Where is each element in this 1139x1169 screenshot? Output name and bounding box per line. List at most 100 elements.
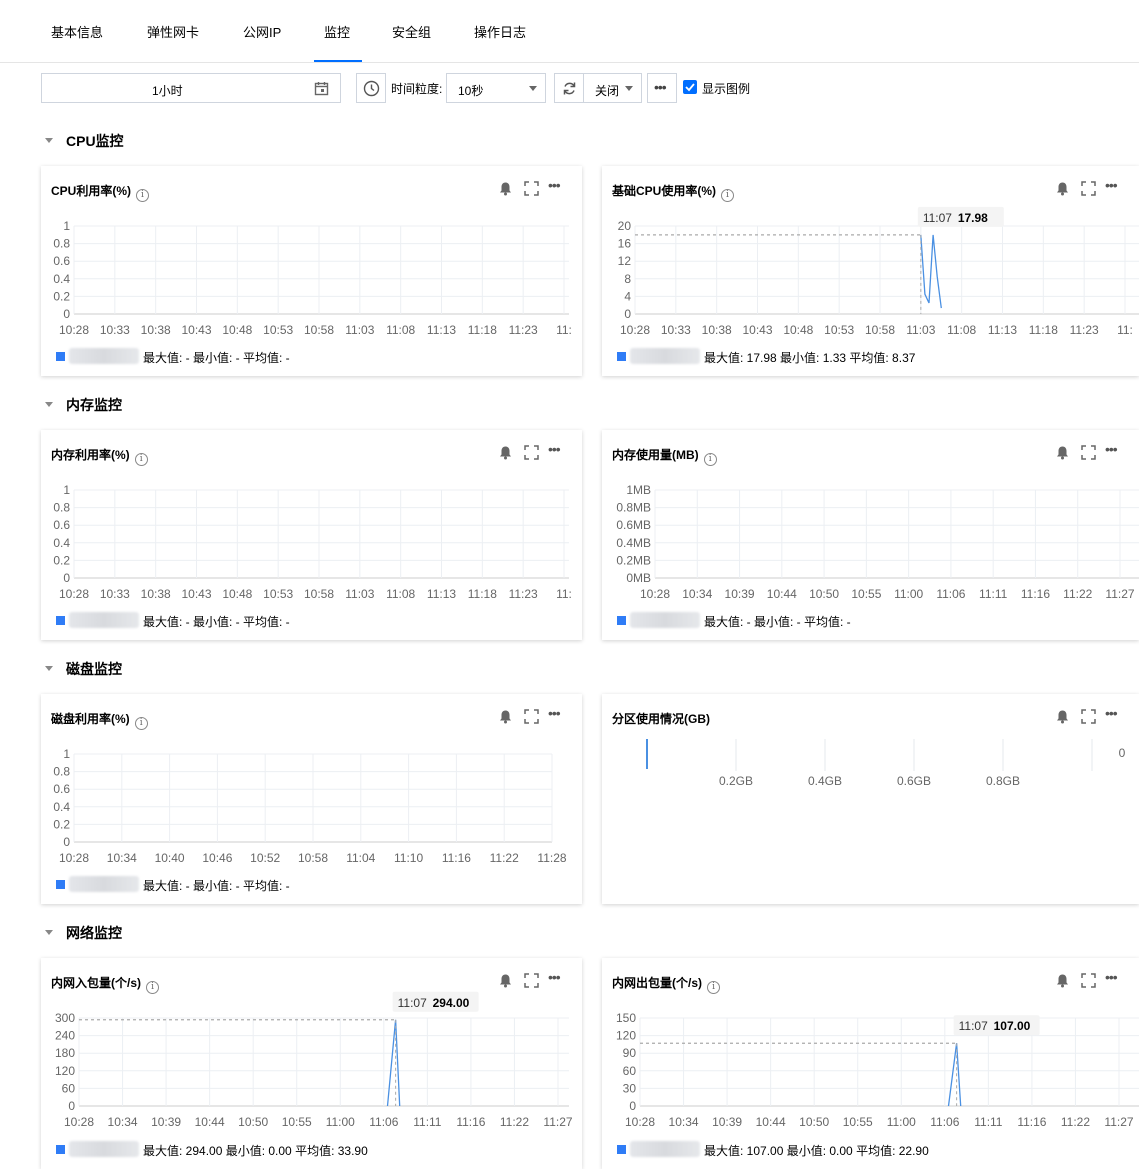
x-tick-label: 10:53 [263,323,293,337]
y-tick-label: 0 [68,1099,75,1113]
x-tick-label: 10:39 [151,1115,181,1129]
collapse-caret-icon[interactable] [45,138,53,143]
chart-card-net-out-pkg: 内网出包量(个/s) i ••• 150 120 90 60 30 0 10:28 10:34 10:… [602,958,1139,1169]
y-tick-label: 1 [63,483,70,497]
legend-swatch [617,616,626,625]
y-tick-label: 0.8MB [616,501,651,515]
collapse-caret-icon[interactable] [45,402,53,407]
auto-refresh-value: 关闭 [595,84,620,98]
more-icon[interactable]: ••• [1105,705,1118,721]
x-tick-label: 11:23 [1070,323,1099,337]
line-chart: 1MB 0.8MB 0.6MB 0.4MB 0.2MB 0MB 10:28 10:34 10:3… [616,483,1139,601]
x-tick-label: 11:11 [413,1115,442,1129]
x-tick-label: 11:16 [456,1115,485,1129]
tab-public-ip[interactable]: 公网IP [243,24,281,42]
x-tick-label: 11:22 [1061,1115,1090,1129]
value-label: 0 [1119,746,1126,760]
x-tick-label: 11:27 [543,1115,572,1129]
x-tick-label: 10:38 [702,323,732,337]
time-range-value: 1小时 [152,84,183,98]
partition-chart: 0.2GB 0.4GB 0.6GB 0.8GB 0 [646,739,1126,788]
y-tick-label: 150 [616,1011,636,1025]
granularity-select[interactable]: 10秒 [446,73,546,103]
section-title-disk[interactable]: 磁盘监控 [66,659,122,679]
x-tick-label: 11:08 [386,323,415,337]
tab-security-group[interactable]: 安全组 [392,24,431,42]
y-tick-label: 0.2 [53,817,70,831]
x-tick-label: 11:13 [988,323,1017,337]
y-tick-label: 0.6 [53,254,70,268]
x-tick-label: 10:44 [767,587,797,601]
x-tick-label: 10:38 [141,587,171,601]
chart-card-mem-util: 内存利用率(%) i ••• 1 0.8 0.6 0.4 0.2 0 10:28 10:33 10:3… [41,430,582,640]
y-tick-label: 0.4 [53,536,70,550]
x-tick-label: 10:33 [661,323,691,337]
chart-card-mem-used: 内存使用量(MB) i ••• 1MB 0.8MB 0.6MB 0.4MB 0.2MB 0MB 1… [602,430,1139,640]
bell-icon[interactable] [1055,709,1070,729]
refresh-icon [562,81,577,99]
legend-stats: 最大值: 17.98 最小值: 1.33 平均值: 8.37 [704,351,916,365]
show-legend-label: 显示图例 [702,82,751,96]
line-chart: 1 0.8 0.6 0.4 0.2 0 10:28 10:33 10:38 10:43 10:48 1… [53,483,572,601]
x-tick-label: 11:08 [947,323,976,337]
tab-operation-log[interactable]: 操作日志 [474,24,526,42]
x-tick-label: 11:23 [509,587,538,601]
tab-basic-info[interactable]: 基本信息 [51,24,103,42]
x-tick-label: 10:28 [620,323,650,337]
x-tick-label: 11:18 [1029,323,1058,337]
clock-button[interactable] [356,73,386,103]
y-tick-label: 0MB [626,571,651,585]
fullscreen-icon[interactable] [1081,709,1096,729]
collapse-caret-icon[interactable] [45,666,53,671]
auto-refresh-select[interactable]: 关闭 [583,73,642,103]
legend-swatch [617,352,626,361]
x-tick-label: 10:33 [100,323,130,337]
y-tick-label: 1MB [626,483,651,497]
calendar-icon [314,81,329,99]
y-tick-label: 0 [624,307,631,321]
more-options-button[interactable]: ••• [647,73,677,103]
series-line [920,234,942,309]
x-tick-label: 11:27 [1105,587,1134,601]
time-range-picker[interactable]: 1小时 [41,73,341,103]
y-tick-label: 0.4 [53,272,70,286]
x-tick-label: 11: [556,587,572,601]
section-title-memory[interactable]: 内存监控 [66,395,122,415]
x-tick-label: 10:34 [669,1115,699,1129]
y-tick-label: 20 [618,219,632,233]
tooltip-time: 11:07 [959,1019,988,1033]
y-tick-label: 300 [55,1011,75,1025]
legend-stats: 最大值: 107.00 最小值: 0.00 平均值: 22.90 [704,1144,929,1158]
y-tick-label: 4 [624,289,631,303]
show-legend-checkbox[interactable] [683,80,697,94]
tab-monitoring[interactable]: 监控 [324,24,350,42]
chart-title-text: 分区使用情况(GB) [612,712,710,726]
x-tick-label: 10:39 [725,587,755,601]
section-title-cpu[interactable]: CPU监控 [66,131,124,151]
y-tick-label: 0.2 [53,289,70,303]
x-tick-label: 11: [556,323,572,337]
x-tick-label: 11:16 [442,851,471,865]
y-tick-label: 0 [629,1099,636,1113]
y-tick-label: 0 [63,571,70,585]
x-tick-label: 10:39 [712,1115,742,1129]
x-tick-label: 10:40 [155,851,185,865]
line-chart: 20 16 12 8 4 0 10:28 10:33 10:38 10:43 10:48 10:53 1… [618,206,1139,337]
y-tick-label: 90 [623,1046,637,1060]
y-tick-label: 0.6MB [616,518,651,532]
x-tick-label: 10:55 [851,587,881,601]
tab-eni[interactable]: 弹性网卡 [147,24,199,42]
x-tick-label: 10:28 [59,323,89,337]
legend-swatch [56,1145,65,1154]
collapse-caret-icon[interactable] [45,930,53,935]
x-tick-label: 11: [1117,323,1133,337]
x-tick-label: 11:18 [468,323,497,337]
section-title-network[interactable]: 网络监控 [66,923,122,943]
refresh-button[interactable] [554,73,584,103]
x-tick-label: 11:18 [468,587,497,601]
y-tick-label: 0.2MB [616,553,651,567]
x-tick-label: 10:43 [181,587,211,601]
y-tick-label: 180 [55,1046,75,1060]
tooltip-time: 11:07 [398,996,427,1010]
x-tick-label: 11:04 [346,851,375,865]
